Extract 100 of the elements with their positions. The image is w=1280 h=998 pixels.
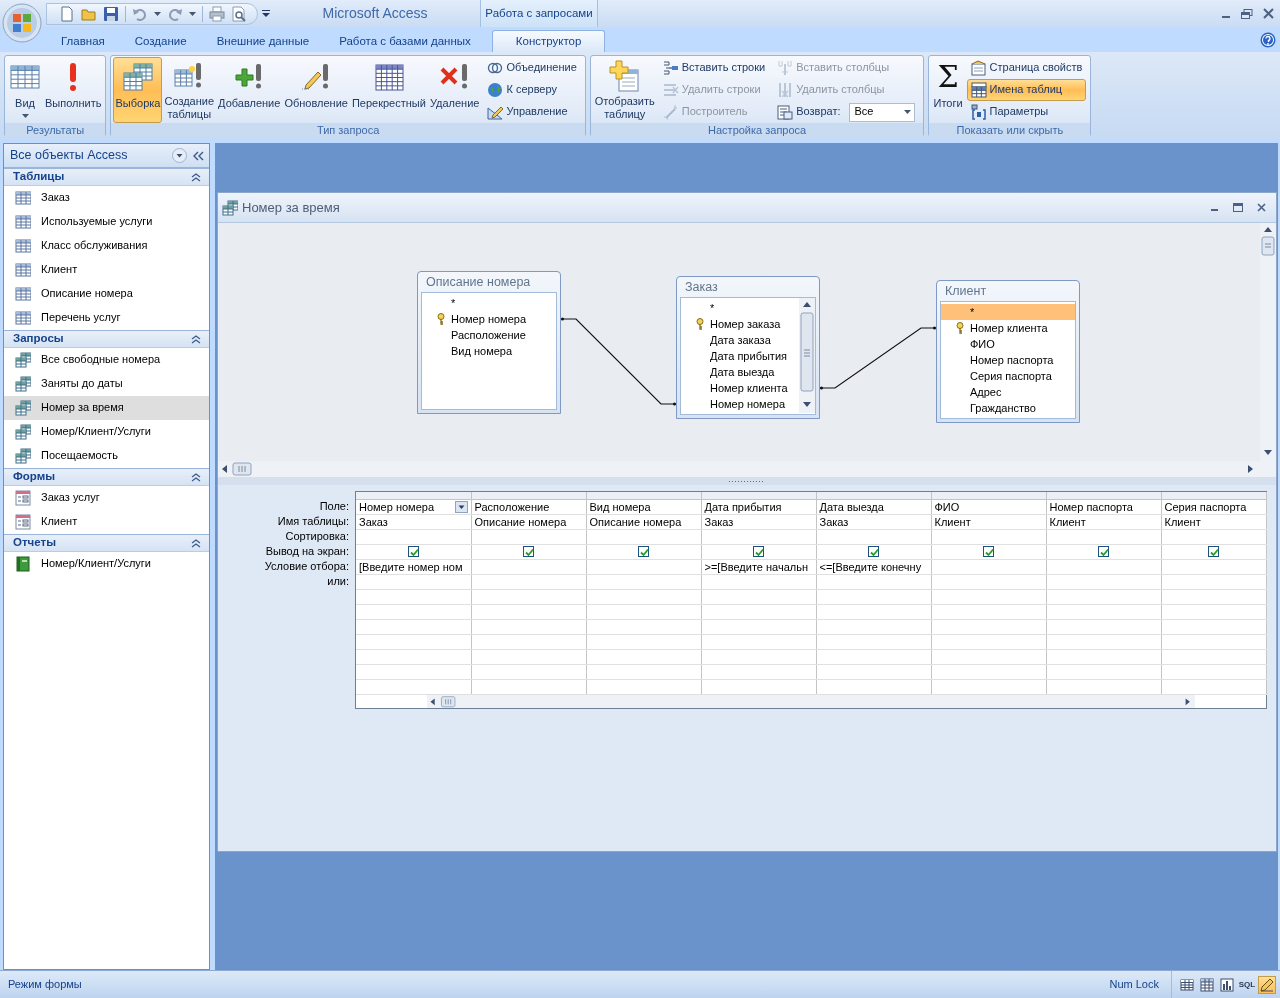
grid-cell[interactable]: Клиент: [1161, 514, 1266, 529]
ribbon-tab[interactable]: Конструктор: [491, 30, 606, 52]
grid-cell[interactable]: Клиент: [931, 514, 1046, 529]
field-item[interactable]: Вид номера: [422, 343, 556, 359]
scrollbar[interactable]: [799, 298, 815, 413]
field-item[interactable]: Адрес: [941, 384, 1075, 400]
nav-item[interactable]: Номер/Клиент/Услуги: [4, 552, 209, 576]
caret-icon[interactable]: [154, 11, 161, 16]
grid-cell[interactable]: Номер номера: [359, 499, 435, 513]
field-item[interactable]: *: [422, 295, 556, 311]
ribbon-button[interactable]: Страница свойств: [966, 57, 1087, 79]
restore-icon[interactable]: [1241, 8, 1253, 19]
grid-cell[interactable]: Заказ: [356, 514, 471, 529]
ribbon-button[interactable]: Выполнить: [43, 57, 104, 123]
field-item[interactable]: Номер паспорта: [941, 352, 1075, 368]
nav-item[interactable]: Заказ услуг: [4, 486, 209, 510]
ribbon-button[interactable]: Параметры: [966, 101, 1087, 123]
ribbon-tab[interactable]: Главная: [46, 30, 120, 52]
ribbon-button[interactable]: Удаление: [427, 57, 482, 123]
field-item[interactable]: Номер номера: [422, 311, 556, 327]
collapse-icon[interactable]: [191, 172, 201, 182]
ribbon-button[interactable]: К серверу: [483, 79, 581, 101]
field-item[interactable]: Дата заказа: [681, 332, 799, 348]
field-item[interactable]: Дата выезда: [681, 364, 799, 380]
grid-cell[interactable]: Вид номера: [586, 499, 701, 514]
close-icon[interactable]: [1263, 8, 1274, 19]
field-item[interactable]: Серия паспорта: [941, 368, 1075, 384]
grid-cell[interactable]: [Введите номер ном: [356, 559, 471, 574]
field-item[interactable]: Гражданство: [941, 400, 1075, 416]
checkbox[interactable]: [983, 546, 994, 557]
nav-item[interactable]: Посещаемость: [4, 444, 209, 468]
grid-cell[interactable]: Описание номера: [471, 514, 586, 529]
office-button[interactable]: [2, 3, 42, 43]
ribbon-button[interactable]: Вид: [7, 57, 43, 123]
grid-cell[interactable]: Описание номера: [586, 514, 701, 529]
join-line[interactable]: [819, 326, 937, 390]
ribbon-button[interactable]: Добавление: [216, 57, 283, 123]
close-icon[interactable]: [1257, 203, 1266, 212]
nav-item[interactable]: Класс обслуживания: [4, 234, 209, 258]
new-file-icon[interactable]: [59, 5, 75, 22]
checkbox[interactable]: [523, 546, 534, 557]
maximize-icon[interactable]: [1233, 203, 1243, 212]
nav-item[interactable]: Номер/Клиент/Услуги: [4, 420, 209, 444]
ribbon-button[interactable]: Управление: [483, 101, 581, 123]
nav-item[interactable]: Клиент: [4, 510, 209, 534]
grid-cell[interactable]: Расположение: [471, 499, 586, 514]
ribbon-button[interactable]: Имена таблиц: [966, 79, 1087, 101]
view-button[interactable]: [1218, 975, 1236, 994]
context-tab[interactable]: Работа с запросами: [480, 0, 598, 27]
checkbox[interactable]: [868, 546, 879, 557]
field-item[interactable]: Дата прибытия: [681, 348, 799, 364]
customize-icon[interactable]: [262, 9, 270, 18]
grid-cell[interactable]: Заказ: [816, 514, 931, 529]
caret-icon[interactable]: [189, 11, 196, 16]
field-item[interactable]: Номер заказа: [681, 316, 799, 332]
nav-item[interactable]: Клиент: [4, 258, 209, 282]
checkbox[interactable]: [1098, 546, 1109, 557]
field-item[interactable]: Расположение: [422, 327, 556, 343]
grid-cell[interactable]: Дата выезда: [816, 499, 931, 514]
ribbon-button[interactable]: Отобразить таблицу: [592, 57, 657, 123]
nav-item[interactable]: Используемые услуги: [4, 210, 209, 234]
ribbon-tab[interactable]: Работа с базами данных: [324, 30, 486, 52]
view-button[interactable]: [1258, 975, 1276, 994]
ribbon-button[interactable]: Создание таблицы: [162, 57, 217, 123]
field-item[interactable]: Номер номера: [681, 396, 799, 412]
ribbon-button[interactable]: Перекрестный: [349, 57, 428, 123]
grid-cell[interactable]: Заказ: [701, 514, 816, 529]
ribbon-button[interactable]: Σ Итоги: [931, 57, 965, 123]
nav-item[interactable]: Номер за время: [4, 396, 209, 420]
checkbox[interactable]: [1208, 546, 1219, 557]
preview-icon[interactable]: [231, 5, 247, 22]
collapse-icon[interactable]: [191, 472, 201, 482]
nav-item[interactable]: Заняты до даты: [4, 372, 209, 396]
checkbox[interactable]: [638, 546, 649, 557]
nav-item[interactable]: Заказ: [4, 186, 209, 210]
ribbon-button[interactable]: Обновление: [282, 57, 350, 123]
printer-icon[interactable]: [209, 5, 225, 22]
ribbon-button[interactable]: Объединение: [483, 57, 581, 79]
field-item[interactable]: ФИО: [941, 336, 1075, 352]
nav-item[interactable]: Описание номера: [4, 282, 209, 306]
ribbon-tab[interactable]: Внешние данные: [201, 30, 325, 52]
checkbox[interactable]: [753, 546, 764, 557]
dropdown-button[interactable]: [454, 500, 468, 513]
field-item[interactable]: *: [941, 304, 1075, 320]
help-icon[interactable]: [1260, 31, 1276, 48]
return-combo[interactable]: Все: [849, 102, 916, 122]
nav-item[interactable]: Перечень услуг: [4, 306, 209, 330]
ribbon-button[interactable]: Вставить строки: [658, 57, 770, 79]
ribbon-button[interactable]: Выборка: [113, 57, 163, 123]
view-button[interactable]: SQL: [1238, 975, 1256, 994]
grid-cell[interactable]: <=[Введите конечну: [816, 559, 931, 574]
grid-cell[interactable]: Серия паспорта: [1161, 499, 1266, 514]
grid-cell[interactable]: Дата прибытия: [701, 499, 816, 514]
grid-cell[interactable]: Клиент: [1046, 514, 1161, 529]
field-item[interactable]: Номер клиента: [681, 380, 799, 396]
field-item[interactable]: *: [681, 300, 799, 316]
splitter-handle[interactable]: [729, 479, 765, 483]
ribbon-tab[interactable]: Создание: [119, 30, 202, 52]
save-icon[interactable]: [103, 5, 119, 22]
dropdown-icon[interactable]: [172, 148, 187, 163]
